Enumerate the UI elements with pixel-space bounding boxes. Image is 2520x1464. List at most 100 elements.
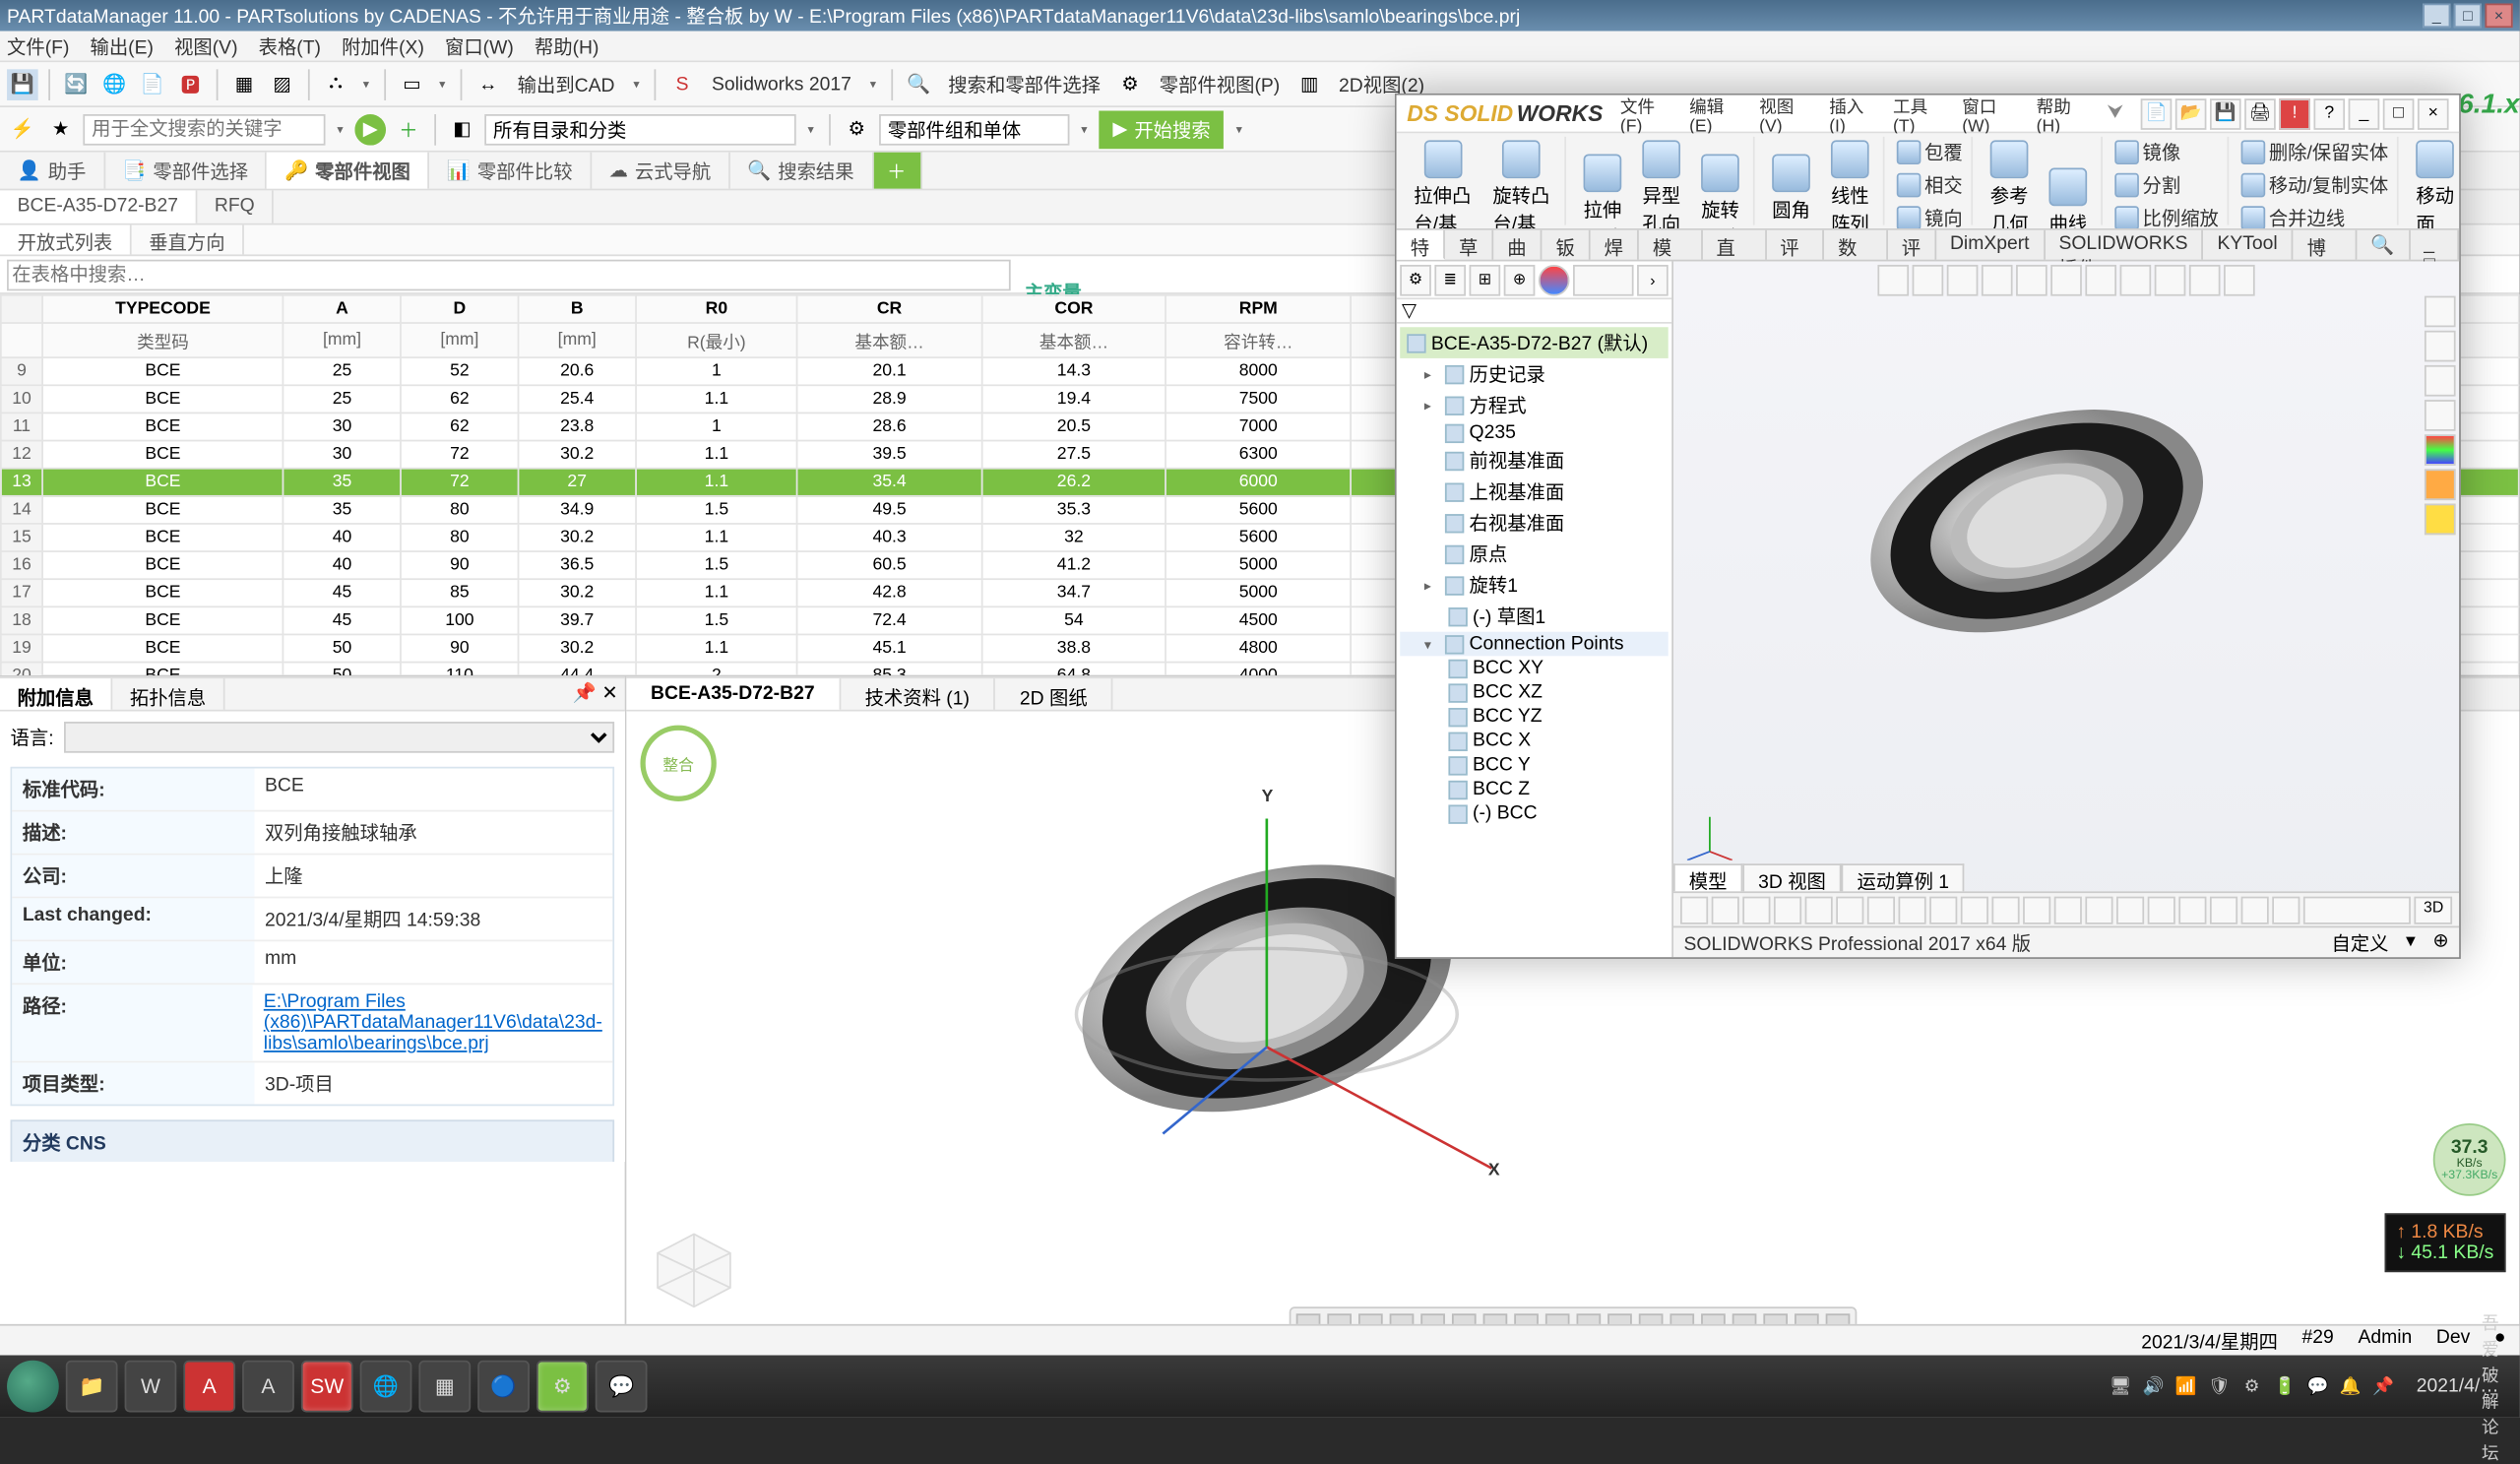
menu-export[interactable]: 输出(E) [90,32,153,60]
sw-ribbon-tab[interactable]: 特征 [1397,230,1445,260]
placeholder-icon-2[interactable]: ▨ [267,68,298,99]
catalog-scope[interactable] [484,113,795,145]
tab-cloud[interactable]: ☁云式导航 [592,153,730,189]
tray-icon[interactable]: 🛡 [2205,1372,2233,1400]
sw-menu-insert[interactable]: 插入(I) [1829,91,1875,136]
table-filter-input[interactable] [7,259,1011,290]
sw-ribbon-btn[interactable]: 镜向 [1892,203,1968,230]
sw-menu-tools[interactable]: 工具(T) [1893,91,1945,136]
mode-vertical[interactable]: 垂直方向 [132,225,244,255]
sw-vtb-btn[interactable] [1947,265,1979,296]
part-view-btn[interactable]: 零部件视图(P) [1153,70,1288,97]
sw-viewport[interactable]: *等轴测 模型 3D 视图 运动算例 1 3D SOLIDWORKS Profe… [1673,261,2459,957]
sw-ribbon-tab[interactable]: 评估(E) [1766,230,1824,260]
sw-side-btn[interactable] [2425,504,2456,536]
segment-icon[interactable]: ▭ [397,68,428,99]
sw-side-btn[interactable] [2425,400,2456,431]
sw-tree-cp-item[interactable]: (-) BCC [1400,801,1668,826]
sw-ribbon-btn[interactable]: 拉伸切除 [1573,137,1632,230]
sw-ribbon-tab[interactable]: 钣金 [1542,230,1590,260]
sw-ribbon-btn[interactable]: 比例缩放 [2110,203,2224,230]
view-tab-tech[interactable]: 技术资料 (1) [841,678,995,710]
doc-icon[interactable]: 📄 [137,68,168,99]
sw-ribbon-btn[interactable]: 曲线 [2039,137,2098,230]
sw-max-button[interactable]: □ [2383,97,2415,129]
sw-open-icon[interactable]: 📂 [2175,97,2207,129]
taskbar-app[interactable]: ▦ [418,1361,471,1413]
sw-tree-cp-item[interactable]: BCC XZ [1400,680,1668,705]
sw-dtb[interactable] [1742,896,1770,923]
sw-vtb-btn[interactable] [2085,265,2116,296]
sw-tree-item[interactable]: 前视基准面 [1400,445,1668,477]
sw-ribbon-btn[interactable]: 镜像 [2110,137,2224,168]
sw-dtb[interactable] [2116,896,2144,923]
sw-ribbon-tab[interactable]: DimXpert [1936,230,2045,260]
sw-ribbon-btn[interactable]: 移动面 [2406,137,2459,230]
sw-tree-icon[interactable]: ⚙ [1400,264,1431,295]
sw-ribbon-btn[interactable]: 移动/复制实体 [2236,169,2393,201]
sw-dtb[interactable] [2023,896,2050,923]
catalog-scope-icon[interactable]: ◧ [447,113,478,145]
sw-tree-root[interactable]: BCE-A35-D72-B27 (默认) [1400,327,1668,358]
add-icon[interactable]: ＋ [393,113,424,145]
taskbar-app[interactable]: 🌐 [360,1361,412,1413]
search-parts-btn[interactable]: 搜索和零部件选择 [941,70,1107,97]
part-tab-rfq[interactable]: RFQ [197,190,274,223]
tray-icon[interactable]: ⚙ [2238,1372,2266,1400]
view-tab-part[interactable]: BCE-A35-D72-B27 [626,678,841,710]
sw-ribbon-btn[interactable]: 删除/保留实体 [2236,137,2393,168]
sw-tree-cp[interactable]: ▾Connection Points [1400,632,1668,657]
sw-save-icon[interactable]: 💾 [2210,97,2241,129]
taskbar-app[interactable]: 📁 [66,1361,118,1413]
sw-tree-item[interactable]: (-) 草图1 [1400,601,1668,632]
menu-window[interactable]: 窗口(W) [445,32,514,60]
sw-dtb[interactable] [1867,896,1895,923]
sw-rebuild-icon[interactable]: ! [2279,97,2310,129]
sw-dtb[interactable] [2210,896,2237,923]
sw-tree-icon[interactable]: ≣ [1434,264,1466,295]
sw-dtb[interactable] [2148,896,2175,923]
part-view-icon[interactable]: ⚙ [1114,68,1146,99]
sw-dtb[interactable] [1961,896,1988,923]
sw-min-button[interactable]: _ [2349,97,2380,129]
start-search-button[interactable]: ▶ 开始搜索 [1099,110,1224,149]
sw-ribbon-btn[interactable]: 旋转凸台/基体 [1482,137,1561,230]
sw-tree-item[interactable]: ▸旋转1 [1400,569,1668,601]
placeholder-icon[interactable]: ▦ [228,68,260,99]
sw-tree-icon[interactable] [1539,264,1570,295]
sw-tree-icon[interactable]: ⊕ [1504,264,1536,295]
sw-menu-file[interactable]: 文件(F) [1620,91,1672,136]
sw-vtb-btn[interactable] [2120,265,2152,296]
sw-ribbon-btn[interactable]: 线性阵列 [1821,137,1880,230]
sw-tab-model[interactable]: 模型 [1673,863,1742,891]
filter-icon[interactable]: ▽ [1402,301,1417,322]
taskbar-app[interactable]: A [242,1361,294,1413]
structure-icon[interactable]: ⛬ [320,68,351,99]
tray-icon[interactable]: 💬 [2303,1372,2331,1400]
tray-icon[interactable]: 📶 [2173,1372,2200,1400]
lightning-icon[interactable]: ⚡ [7,113,38,145]
sw-menu-help[interactable]: 帮助(H) [2037,91,2090,136]
sw-tree-cp-item[interactable]: BCC XY [1400,656,1668,680]
sw-close-button[interactable]: × [2418,97,2449,129]
sw-vtb-btn[interactable] [1982,265,2013,296]
sw-ribbon-btn[interactable]: 异型孔向导 [1632,137,1691,230]
sw-tree-item[interactable]: 右视基准面 [1400,507,1668,539]
sw-dtb[interactable] [1680,896,1708,923]
sw-menu-view[interactable]: 视图(V) [1759,91,1811,136]
sw-print-icon[interactable]: 🖨 [2244,97,2276,129]
globe-icon[interactable]: 🌐 [98,68,130,99]
menu-help[interactable]: 帮助(H) [535,32,599,60]
sw-tree-cp-item[interactable]: BCC YZ [1400,705,1668,730]
sw-ribbon-btn[interactable]: 圆角 [1762,137,1821,230]
tab-compare[interactable]: 📊零部件比较 [429,153,592,189]
menu-addons[interactable]: 附加件(X) [342,32,424,60]
sw-tree-cp-item[interactable]: BCC X [1400,729,1668,753]
sw-vtb-btn[interactable] [2224,265,2255,296]
sw-ribbon-btn[interactable]: 分割 [2110,169,2224,201]
search-input[interactable] [83,113,325,145]
tray-icon[interactable]: 🔋 [2271,1372,2299,1400]
sw-dtb[interactable] [2054,896,2082,923]
sw-dtb[interactable] [1712,896,1739,923]
menu-file[interactable]: 文件(F) [7,32,69,60]
